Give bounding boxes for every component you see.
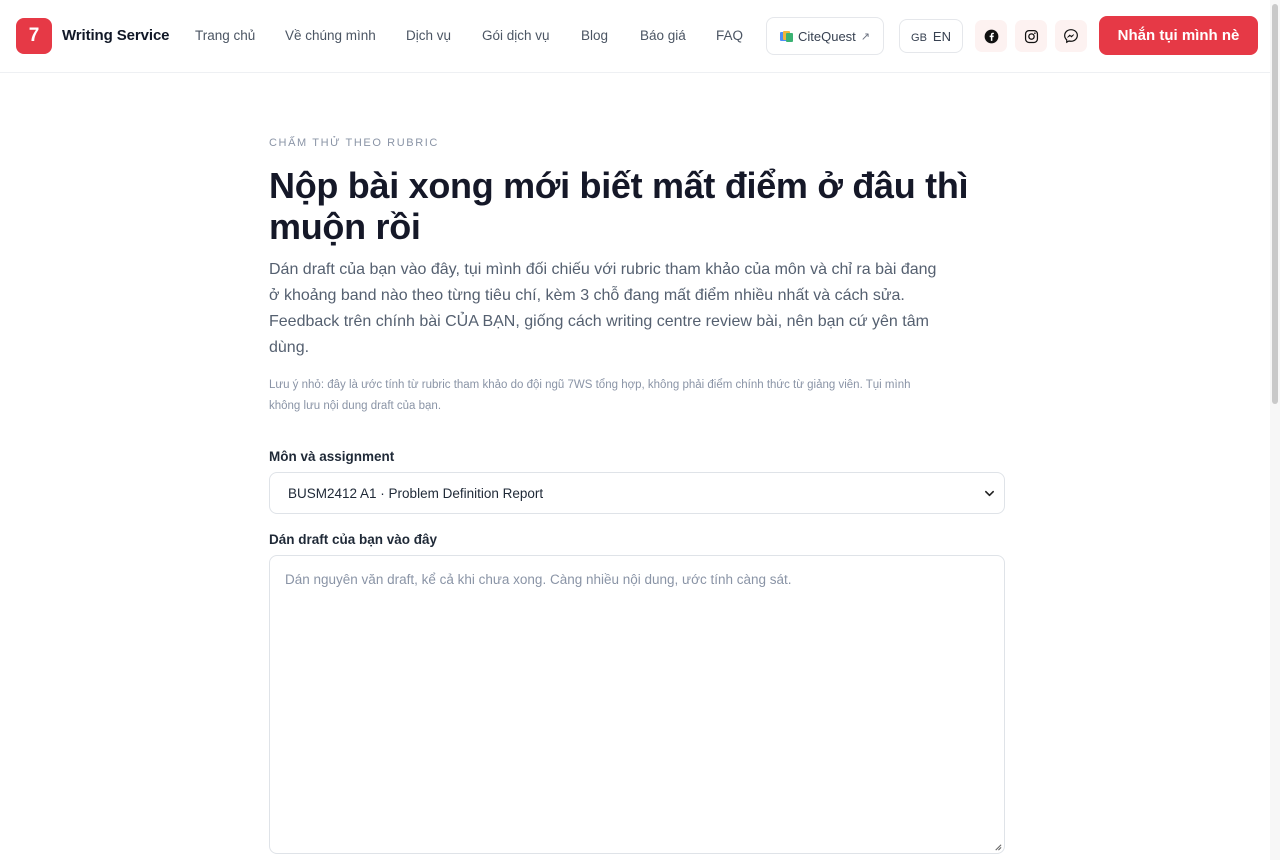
nav-faq[interactable]: FAQ <box>716 28 743 43</box>
flag-gb-icon: GB <box>911 31 927 44</box>
facebook-button[interactable] <box>975 20 1007 52</box>
assignment-select[interactable]: BUSM2412 A1 · Problem Definition Report <box>269 472 1005 514</box>
draft-label: Dán draft của bạn vào đây <box>269 532 438 547</box>
page-scrollbar[interactable] <box>1270 0 1280 860</box>
section-eyebrow: CHẤM THỬ THEO RUBRIC <box>269 137 439 149</box>
brand-name[interactable]: Writing Service <box>62 27 170 44</box>
draft-placeholder: Dán nguyên văn draft, kể cả khi chưa xon… <box>285 572 792 587</box>
resize-grip-icon[interactable] <box>993 842 1002 851</box>
books-icon <box>779 30 793 42</box>
page-title: Nộp bài xong mới biết mất điểm ở đâu thì… <box>269 165 969 247</box>
logo-badge[interactable]: 7 <box>16 18 52 54</box>
nav-packages[interactable]: Gói dịch vụ <box>482 28 550 43</box>
chevron-down-icon <box>985 490 994 497</box>
site-header: 7 Writing Service Trang chủ Về chúng mìn… <box>0 0 1280 73</box>
nav-pricing[interactable]: Báo giá <box>640 28 686 43</box>
nav-home[interactable]: Trang chủ <box>195 28 255 43</box>
instagram-icon <box>1024 29 1038 43</box>
contact-cta-button[interactable]: Nhắn tụi mình nè <box>1099 16 1258 55</box>
citequest-link[interactable]: CiteQuest ↗ <box>766 17 884 55</box>
citequest-label: CiteQuest <box>797 28 856 44</box>
instagram-button[interactable] <box>1015 20 1047 52</box>
nav-about[interactable]: Về chúng mình <box>285 28 376 43</box>
draft-textarea[interactable]: Dán nguyên văn draft, kể cả khi chưa xon… <box>269 555 1005 854</box>
assignment-selected-value: BUSM2412 A1 · Problem Definition Report <box>288 485 544 501</box>
assignment-label: Môn và assignment <box>269 449 395 464</box>
facebook-icon <box>984 29 998 43</box>
language-code: EN <box>932 28 951 44</box>
language-switcher[interactable]: GB EN <box>899 19 963 53</box>
external-link-icon: ↗ <box>860 30 871 43</box>
nav-services[interactable]: Dịch vụ <box>406 28 451 43</box>
disclaimer-note: Lưu ý nhỏ: đây là ước tính từ rubric tha… <box>269 379 911 412</box>
page-description: Dán draft của bạn vào đây, tụi mình đối … <box>269 261 937 356</box>
scrollbar-thumb[interactable] <box>1272 4 1278 404</box>
messenger-button[interactable] <box>1055 20 1087 52</box>
messenger-icon <box>1064 29 1078 44</box>
nav-blog[interactable]: Blog <box>581 28 608 43</box>
